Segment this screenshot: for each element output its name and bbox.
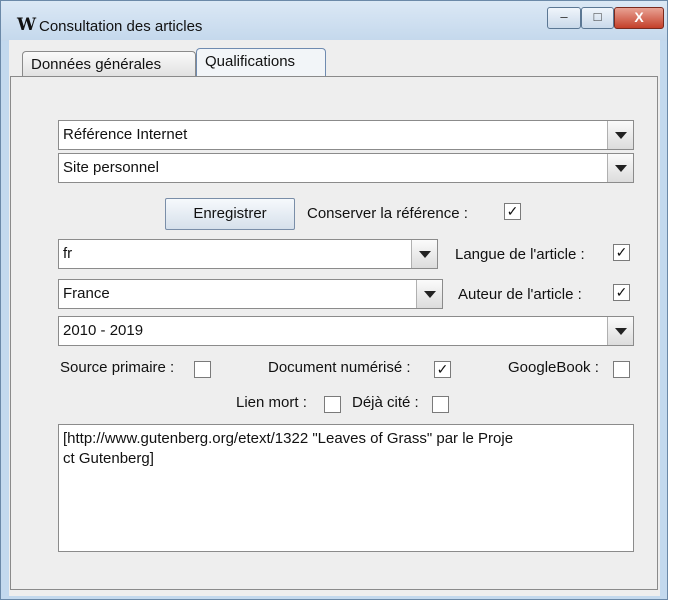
keep-reference-label: Conserver la référence :: [307, 205, 468, 222]
save-button[interactable]: Enregistrer: [165, 198, 295, 230]
digitized-label: Document numérisé :: [268, 359, 411, 376]
reference-type-value: Référence Internet: [63, 126, 188, 143]
maximize-button[interactable]: □: [581, 7, 614, 29]
country-value: France: [63, 285, 110, 302]
already-cited-label: Déjà cité :: [352, 394, 419, 411]
language-check-label: Langue de l'article :: [455, 246, 585, 263]
author-checkbox[interactable]: ✓: [613, 284, 630, 301]
already-cited-checkbox[interactable]: [432, 396, 449, 413]
reference-type-select[interactable]: Référence Internet: [58, 120, 634, 150]
site-type-value: Site personnel: [63, 159, 159, 176]
language-value: fr: [63, 245, 73, 262]
primary-source-checkbox[interactable]: [194, 361, 211, 378]
period-value: 2010 - 2019: [63, 322, 144, 339]
tab-donnees-generales[interactable]: Données générales: [22, 51, 196, 76]
dead-link-label: Lien mort :: [236, 394, 307, 411]
minimize-icon: –: [560, 9, 568, 24]
reference-text-area[interactable]: [http://www.gutenberg.org/etext/1322 "Le…: [58, 424, 634, 552]
period-select[interactable]: 2010 - 2019: [58, 316, 634, 346]
chevron-down-icon[interactable]: [607, 154, 633, 182]
author-check-label: Auteur de l'article :: [458, 286, 582, 303]
dead-link-checkbox[interactable]: [324, 396, 341, 413]
app-w-icon: W: [17, 15, 37, 35]
chevron-down-icon[interactable]: [411, 240, 437, 268]
title-bar[interactable]: W Consultation des articles – □ X: [1, 1, 667, 41]
close-button[interactable]: X: [614, 7, 664, 29]
tab-qualifications[interactable]: Qualifications: [196, 48, 326, 76]
language-select[interactable]: fr: [58, 239, 438, 269]
primary-source-label: Source primaire :: [60, 359, 175, 376]
chevron-down-icon[interactable]: [607, 317, 633, 345]
chevron-down-icon[interactable]: [416, 280, 442, 308]
close-icon: X: [634, 9, 644, 25]
site-type-select[interactable]: Site personnel: [58, 153, 634, 183]
keep-reference-checkbox[interactable]: ✓: [504, 203, 521, 220]
country-select[interactable]: France: [58, 279, 443, 309]
googlebook-checkbox[interactable]: [613, 361, 630, 378]
googlebook-label: GoogleBook :: [508, 359, 599, 376]
maximize-icon: □: [593, 9, 602, 24]
digitized-checkbox[interactable]: ✓: [434, 361, 451, 378]
chevron-down-icon[interactable]: [607, 121, 633, 149]
language-checkbox[interactable]: ✓: [613, 244, 630, 261]
window-title: Consultation des articles: [39, 18, 203, 35]
minimize-button[interactable]: –: [547, 7, 581, 29]
